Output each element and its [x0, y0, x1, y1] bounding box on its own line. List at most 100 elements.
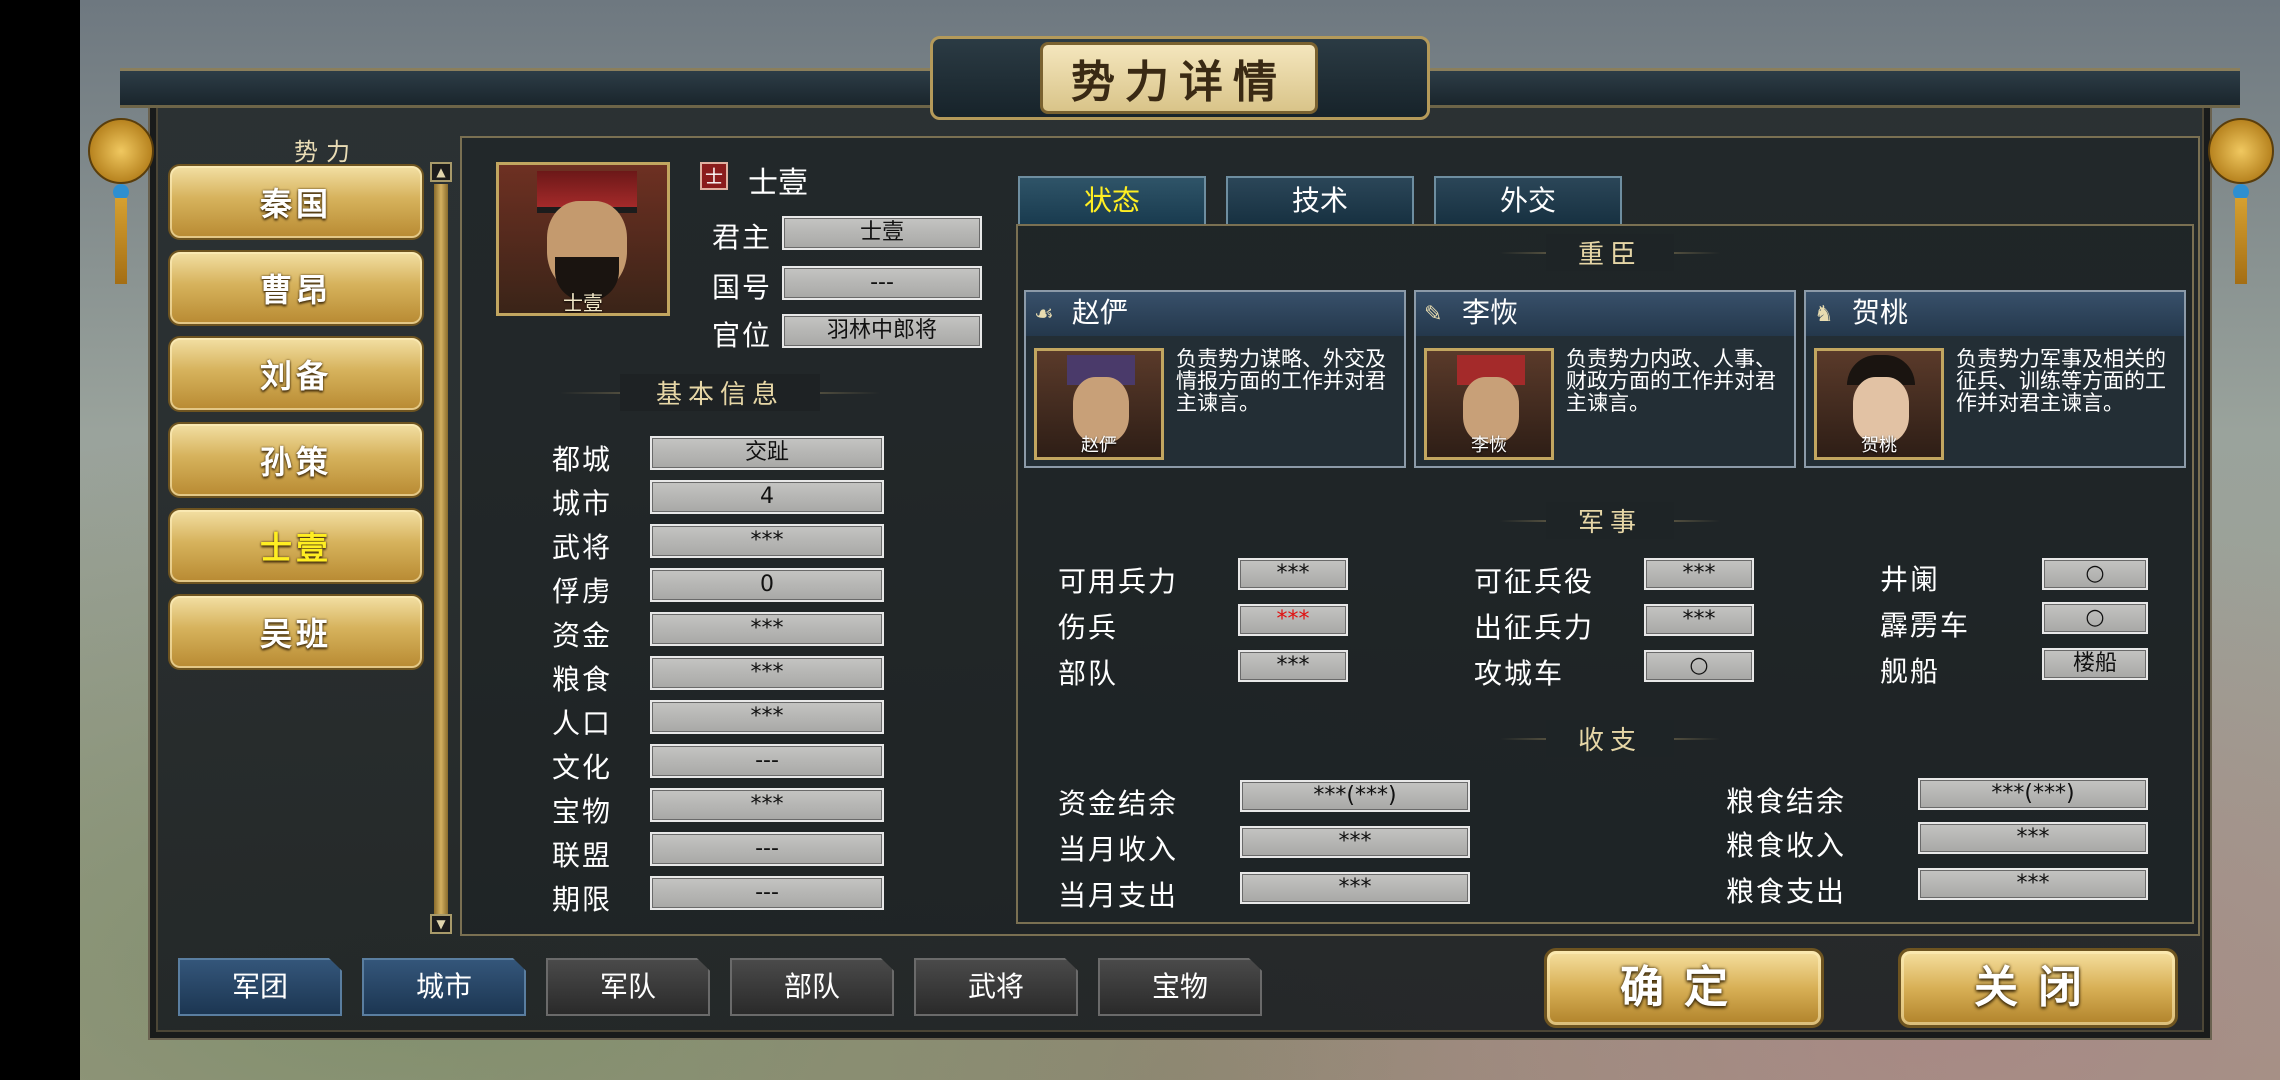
tab-cities[interactable]: 城市 — [362, 958, 526, 1016]
tab-army[interactable]: 军队 — [546, 958, 710, 1016]
faction-button[interactable]: 孙策 — [168, 422, 424, 498]
left-letterbox — [0, 0, 80, 1080]
tab-tech[interactable]: 技术 — [1226, 176, 1414, 226]
military-label: 舰船 — [1880, 655, 1941, 688]
minister-name: 李恢 — [1416, 292, 1794, 336]
faction-flag-icon: 士 — [700, 162, 728, 190]
finance-label: 资金结余 — [1058, 787, 1179, 820]
military-value: *** — [1644, 558, 1754, 590]
left-medallion-icon — [88, 118, 154, 184]
tab-diplomacy[interactable]: 外交 — [1434, 176, 1622, 226]
finance-label: 粮食支出 — [1726, 875, 1847, 908]
info-value: 4 — [650, 480, 884, 514]
military-value: ○ — [1644, 650, 1754, 682]
info-label: 联盟 — [552, 839, 613, 872]
tab-treasures[interactable]: 宝物 — [1098, 958, 1262, 1016]
ruler-field-value: 羽林中郎将 — [782, 314, 982, 348]
military-value: *** — [1644, 604, 1754, 636]
faction-scrollbar[interactable]: ▲ ▼ — [430, 162, 452, 936]
faction-button[interactable]: 吴班 — [168, 594, 424, 670]
military-value: *** — [1238, 558, 1348, 590]
ministers-title: 重臣 — [1546, 234, 1674, 271]
info-value: *** — [650, 656, 884, 690]
military-label: 出征兵力 — [1474, 611, 1595, 644]
info-value: --- — [650, 832, 884, 866]
finance-label: 当月支出 — [1058, 879, 1179, 912]
military-title: 军事 — [1546, 502, 1674, 539]
finance-value: ***(***) — [1918, 778, 2148, 810]
finance-value: ***(***) — [1240, 780, 1470, 812]
info-label: 俘虏 — [552, 575, 613, 608]
military-value: 楼船 — [2042, 648, 2148, 680]
minister-card[interactable]: 赵俨 ☙ 赵俨 负责势力谋略、外交及情报方面的工作并对君主谏言。 — [1024, 290, 1406, 468]
right-medallion-icon — [2208, 118, 2274, 184]
info-value: *** — [650, 524, 884, 558]
military-value: *** — [1238, 650, 1348, 682]
info-label: 城市 — [552, 487, 613, 520]
tab-status[interactable]: 状态 — [1018, 176, 1206, 226]
portrait-name: 贺桃 — [1861, 435, 1897, 456]
faction-button-selected[interactable]: 士壹 — [168, 508, 424, 584]
military-value: ○ — [2042, 558, 2148, 590]
minister-portrait: 赵俨 — [1034, 348, 1164, 460]
info-value: --- — [650, 876, 884, 910]
finance-value: *** — [1240, 872, 1470, 904]
info-value: *** — [650, 788, 884, 822]
minister-portrait: 李恢 — [1424, 348, 1554, 460]
portrait-name: 李恢 — [1471, 435, 1507, 456]
military-label: 部队 — [1058, 657, 1119, 690]
finance-title: 收支 — [1546, 720, 1674, 757]
left-tassel-icon — [115, 198, 127, 284]
military-value: ○ — [2042, 602, 2148, 634]
minister-name: 赵俨 — [1026, 292, 1404, 336]
military-label: 可用兵力 — [1058, 565, 1179, 598]
scroll-up-icon[interactable]: ▲ — [430, 162, 452, 182]
info-value: --- — [650, 744, 884, 778]
scroll-down-icon[interactable]: ▼ — [430, 914, 452, 934]
finance-value: *** — [1918, 822, 2148, 854]
faction-list: 秦国 曹昂 刘备 孙策 士壹 吴班 — [168, 164, 428, 680]
info-value: *** — [650, 700, 884, 734]
faction-button[interactable]: 秦国 — [168, 164, 424, 240]
scroll-track[interactable] — [434, 184, 448, 914]
ruler-field-value: --- — [782, 266, 982, 300]
close-button[interactable]: 关闭 — [1898, 948, 2178, 1028]
tab-legion[interactable]: 军团 — [178, 958, 342, 1016]
tab-units[interactable]: 部队 — [730, 958, 894, 1016]
info-label: 粮食 — [552, 663, 613, 696]
minister-desc: 负责势力内政、人事、财政方面的工作并对君主谏言。 — [1566, 347, 1776, 415]
ruler-field-label: 官位 — [712, 319, 773, 352]
ruler-field-label: 君主 — [712, 221, 773, 254]
info-value: *** — [650, 612, 884, 646]
info-label: 武将 — [552, 531, 613, 564]
minister-card[interactable]: 贺桃 ♞ 贺桃 负责势力军事及相关的征兵、训练等方面的工作并对君主谏言。 — [1804, 290, 2186, 468]
info-label: 期限 — [552, 883, 613, 916]
basic-info-title: 基本信息 — [620, 374, 820, 411]
strategy-icon: ☙ — [1034, 302, 1054, 327]
info-value: 交趾 — [650, 436, 884, 470]
faction-button[interactable]: 曹昂 — [168, 250, 424, 326]
ruler-portrait: 士壹 — [496, 162, 670, 316]
minister-portrait: 贺桃 — [1814, 348, 1944, 460]
confirm-button[interactable]: 确定 — [1544, 948, 1824, 1028]
finance-value: *** — [1240, 826, 1470, 858]
finance-label: 当月收入 — [1058, 833, 1179, 866]
info-label: 资金 — [552, 619, 613, 652]
minister-card[interactable]: 李恢 ✎ 李恢 负责势力内政、人事、财政方面的工作并对君主谏言。 — [1414, 290, 1796, 468]
military-horse-icon: ♞ — [1814, 302, 1834, 327]
portrait-name: 士壹 — [563, 291, 603, 315]
ruler-field-label: 国号 — [712, 271, 773, 304]
military-value-warning: *** — [1238, 604, 1348, 636]
finance-value: *** — [1918, 868, 2148, 900]
military-label: 井阑 — [1880, 563, 1941, 596]
faction-button[interactable]: 刘备 — [168, 336, 424, 412]
military-label: 霹雳车 — [1880, 609, 1971, 642]
tab-generals[interactable]: 武将 — [914, 958, 1078, 1016]
minister-desc: 负责势力军事及相关的征兵、训练等方面的工作并对君主谏言。 — [1956, 347, 2166, 415]
info-label: 文化 — [552, 751, 613, 784]
military-label: 伤兵 — [1058, 611, 1119, 644]
portrait-name: 赵俨 — [1081, 435, 1117, 456]
info-label: 都城 — [552, 443, 613, 476]
window-title: 势力详情 — [1040, 42, 1318, 114]
faction-list-header: 势力 — [294, 138, 358, 166]
